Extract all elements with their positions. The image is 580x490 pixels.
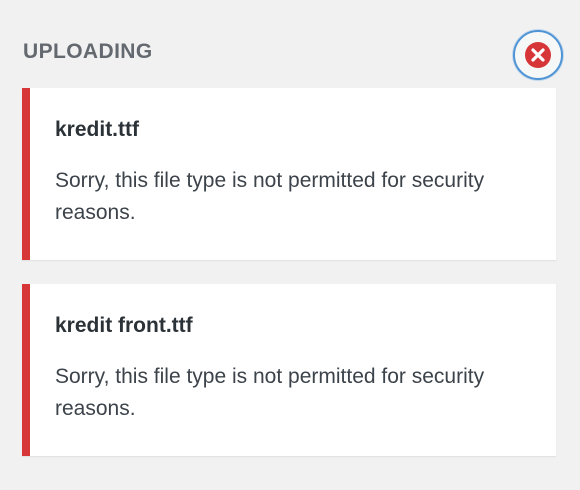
upload-error-item: kredit.ttf Sorry, this file type is not … — [22, 88, 556, 260]
close-circle-icon — [525, 42, 551, 68]
error-message: Sorry, this file type is not permitted f… — [55, 169, 485, 224]
upload-error-item: kredit front.ttf Sorry, this file type i… — [22, 284, 556, 456]
error-filename: kredit.ttf — [55, 118, 139, 141]
error-filename: kredit front.ttf — [55, 314, 193, 337]
error-message: Sorry, this file type is not permitted f… — [55, 365, 485, 420]
upload-status-title: UPLOADING — [23, 40, 153, 63]
dismiss-errors-button[interactable] — [513, 30, 563, 80]
